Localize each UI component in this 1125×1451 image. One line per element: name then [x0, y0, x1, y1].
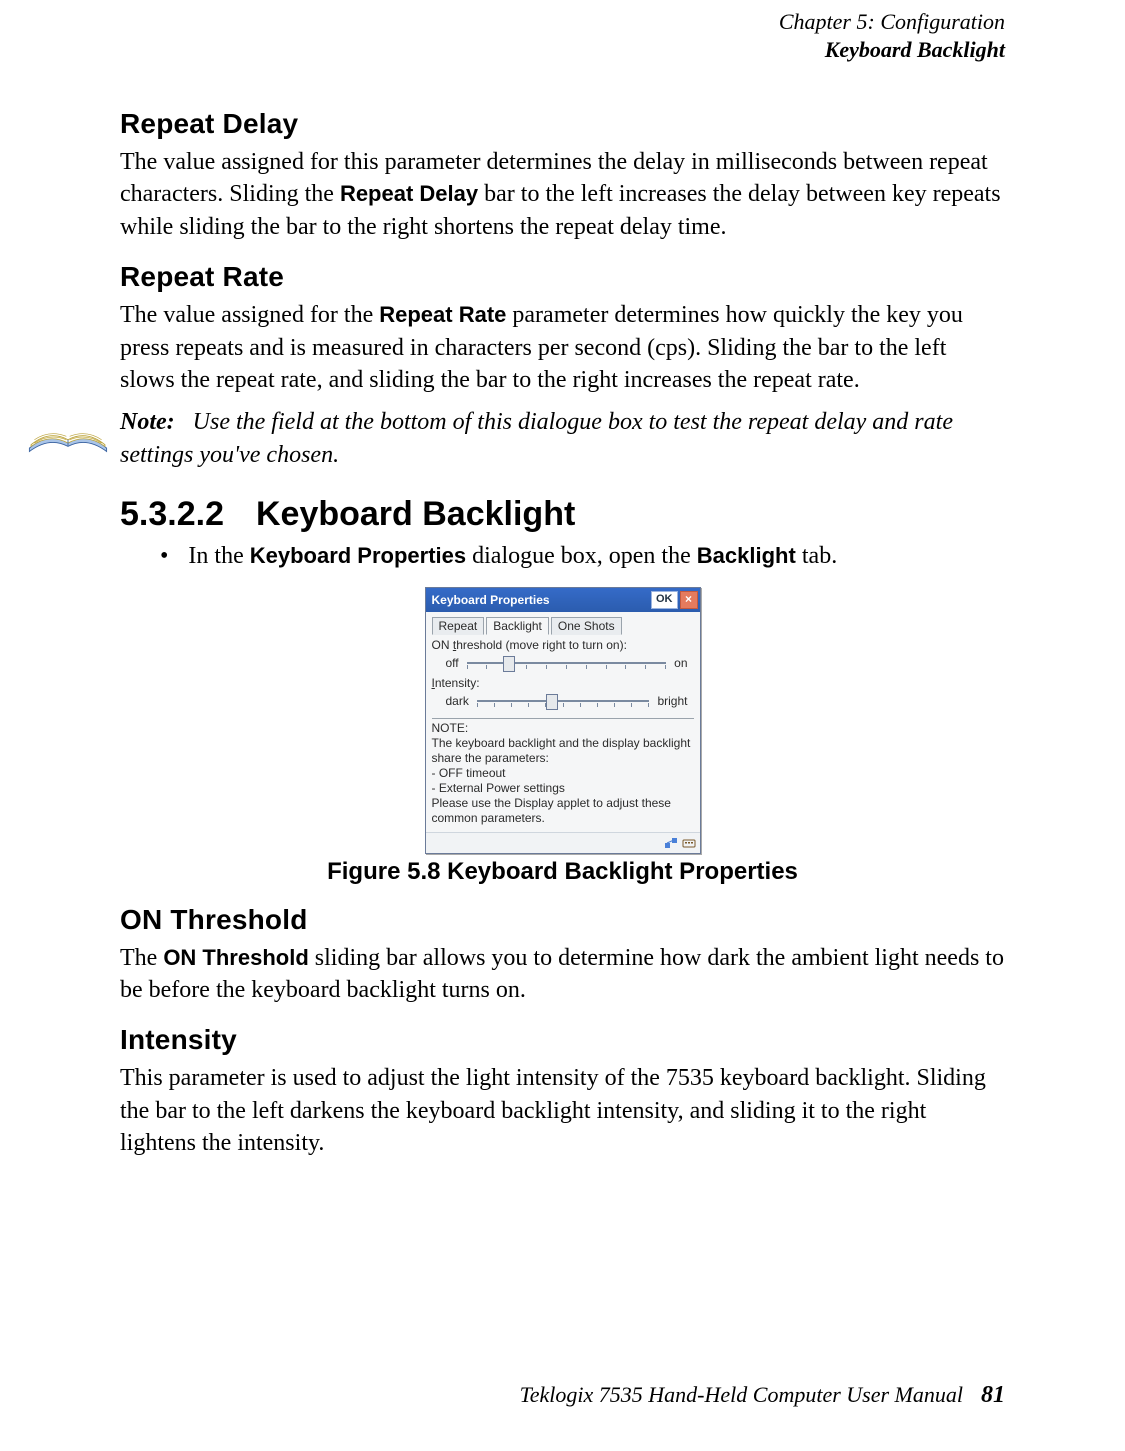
running-header: Chapter 5: Configuration Keyboard Backli…: [779, 8, 1005, 63]
tray-keyboard-icon[interactable]: [682, 836, 696, 850]
text: dialogue box, open the: [466, 543, 697, 569]
section-title: Keyboard Backlight: [256, 495, 575, 534]
dialog-note-heading: NOTE:: [432, 721, 694, 736]
term-repeat-delay: Repeat Delay: [340, 181, 478, 206]
intensity-slider[interactable]: [477, 692, 650, 710]
dialog-title-text: Keyboard Properties: [432, 593, 550, 607]
text: ntensity:: [435, 676, 480, 690]
repeat-rate-paragraph: The value assigned for the Repeat Rate p…: [120, 299, 1005, 396]
term-repeat-rate: Repeat Rate: [379, 302, 506, 327]
repeat-rate-heading: Repeat Rate: [120, 261, 1005, 293]
repeat-delay-paragraph: The value assigned for this parameter de…: [120, 146, 1005, 243]
tray-network-icon[interactable]: [664, 836, 678, 850]
note-block: Note:Use the field at the bottom of this…: [26, 406, 1005, 471]
repeat-delay-heading: Repeat Delay: [120, 108, 1005, 140]
instruction-bullet: • In the Keyboard Properties dialogue bo…: [160, 540, 1005, 572]
figure-block: Keyboard Properties OK × Repeat Backligh…: [120, 587, 1005, 886]
term-backlight: Backlight: [697, 543, 802, 568]
tab-one-shots[interactable]: One Shots: [551, 617, 622, 635]
bullet-icon: •: [160, 540, 168, 572]
text: ON: [432, 638, 453, 652]
footer-text: Teklogix 7535 Hand-Held Computer User Ma…: [520, 1382, 963, 1408]
section-number: 5.3.2.2: [120, 495, 224, 534]
book-icon: [26, 406, 110, 465]
threshold-off-label: off: [446, 656, 459, 670]
tab-strip: Repeat Backlight One Shots: [432, 616, 694, 634]
intensity-heading: Intensity: [120, 1024, 1005, 1056]
threshold-slider[interactable]: [467, 654, 667, 672]
on-threshold-heading: ON Threshold: [120, 904, 1005, 936]
text: tab.: [802, 543, 837, 569]
section-heading: 5.3.2.2 Keyboard Backlight: [120, 495, 1005, 534]
text: The value assigned for the: [120, 302, 379, 328]
threshold-on-label: on: [674, 656, 687, 670]
dialog-statusbar: [426, 832, 700, 853]
tab-backlight[interactable]: Backlight: [486, 617, 549, 635]
dialog-note-body: The keyboard backlight and the display b…: [432, 736, 694, 826]
page-number: 81: [981, 1382, 1005, 1409]
text: The: [120, 945, 163, 971]
text: In the: [188, 543, 249, 569]
running-footer: Teklogix 7535 Hand-Held Computer User Ma…: [520, 1382, 1005, 1409]
ok-button[interactable]: OK: [651, 591, 678, 609]
note-label: Note:: [120, 409, 175, 435]
threshold-label: ON threshold (move right to turn on):: [432, 638, 694, 652]
dialog-keyboard-properties: Keyboard Properties OK × Repeat Backligh…: [425, 587, 701, 854]
tab-repeat[interactable]: Repeat: [432, 617, 485, 635]
intensity-label: Intensity:: [432, 676, 694, 690]
term-on-threshold: ON Threshold: [163, 945, 308, 970]
header-topic: Keyboard Backlight: [779, 36, 1005, 64]
intensity-dark-label: dark: [446, 694, 469, 708]
term-keyboard-properties: Keyboard Properties: [250, 543, 466, 568]
close-icon[interactable]: ×: [680, 591, 698, 609]
text: hreshold (move right to turn on):: [456, 638, 627, 652]
intensity-paragraph: This parameter is used to adjust the lig…: [120, 1062, 1005, 1159]
figure-caption: Figure 5.8 Keyboard Backlight Properties: [327, 858, 798, 886]
note-text: Use the field at the bottom of this dial…: [120, 409, 953, 467]
on-threshold-paragraph: The ON Threshold sliding bar allows you …: [120, 942, 1005, 1007]
intensity-bright-label: bright: [657, 694, 687, 708]
header-chapter: Chapter 5: Configuration: [779, 8, 1005, 36]
dialog-titlebar[interactable]: Keyboard Properties OK ×: [426, 588, 700, 612]
